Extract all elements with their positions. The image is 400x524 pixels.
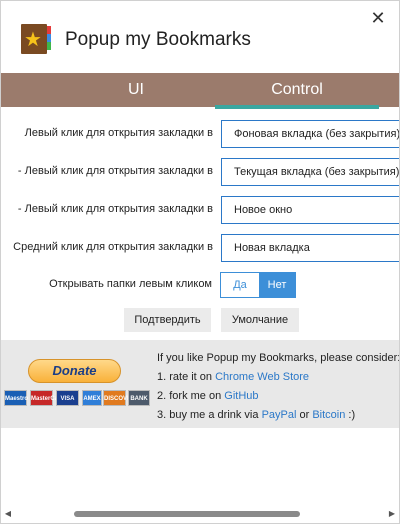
- folder-left-click-toggle: Да Нет: [220, 272, 296, 298]
- scroll-thumb[interactable]: [74, 511, 300, 517]
- toggle-no-option[interactable]: Нет: [259, 273, 295, 297]
- payment-cards: Maestro MasterCard VISA AMEX DISCOVER BA…: [4, 390, 154, 406]
- support-intro: If you like Popup my Bookmarks, please c…: [157, 352, 400, 364]
- chrome-web-store-link[interactable]: Chrome Web Store: [215, 371, 309, 383]
- setting-row-ctrl-left-click: - Левый клик для открытия закладки в Тек…: [1, 158, 399, 186]
- close-icon[interactable]: ✕: [368, 9, 388, 29]
- visa-card-icon: VISA: [56, 390, 79, 406]
- setting-label: - Левый клик для открытия закладки в: [17, 203, 213, 215]
- ctrl-left-click-select[interactable]: Текущая вкладка (без закрытия): [221, 158, 399, 186]
- support-line-1: 1. rate it on Chrome Web Store: [157, 371, 310, 383]
- active-tab-indicator: [215, 105, 379, 109]
- shift-left-click-select[interactable]: Новое окно: [221, 196, 399, 224]
- scroll-right-icon[interactable]: ▶: [387, 509, 397, 519]
- popup-window: ★ Popup my Bookmarks ✕ UI Control Левый …: [0, 0, 400, 524]
- folder-left-click-row: Открывать папки левым кликом Да Нет: [1, 272, 399, 298]
- setting-row-middle-click: Средний клик для открытия закладки в Нов…: [1, 234, 399, 262]
- toggle-yes-option[interactable]: Да: [221, 273, 259, 297]
- setting-row-left-click: Левый клик для открытия закладки в Фонов…: [1, 120, 399, 148]
- header: ★ Popup my Bookmarks ✕: [1, 1, 399, 73]
- bank-icon: BANK: [128, 390, 150, 406]
- setting-label: Средний клик для открытия закладки в: [13, 241, 213, 253]
- app-title: Popup my Bookmarks: [65, 29, 251, 50]
- horizontal-scrollbar[interactable]: ◀ ▶: [1, 506, 399, 523]
- left-click-select[interactable]: Фоновая вкладка (без закрытия): [221, 120, 399, 148]
- discover-card-icon: DISCOVER: [103, 390, 135, 406]
- middle-click-select[interactable]: Новая вкладка: [221, 234, 399, 262]
- support-info: If you like Popup my Bookmarks, please c…: [157, 349, 400, 425]
- paypal-link[interactable]: PayPal: [262, 409, 297, 421]
- default-button[interactable]: Умолчание: [221, 308, 299, 332]
- confirm-button[interactable]: Подтвердить: [124, 308, 211, 332]
- tab-control[interactable]: Control: [215, 73, 379, 107]
- support-line-2: 2. fork me on GitHub: [157, 390, 259, 402]
- support-line-3: 3. buy me a drink via PayPal or Bitcoin …: [157, 409, 356, 421]
- mastercard-icon: MasterCard: [30, 390, 64, 406]
- folder-left-click-label: Открывать папки левым кликом: [49, 278, 212, 290]
- setting-row-shift-left-click: - Левый клик для открытия закладки в Нов…: [1, 196, 399, 224]
- maestro-card-icon: Maestro: [4, 390, 28, 406]
- setting-label: Левый клик для открытия закладки в: [24, 127, 213, 139]
- setting-label: - Левый клик для открытия закладки в: [17, 165, 213, 177]
- bookmark-star-icon: ★: [21, 24, 51, 54]
- github-link[interactable]: GitHub: [224, 390, 258, 402]
- scroll-left-icon[interactable]: ◀: [3, 509, 13, 519]
- bitcoin-link[interactable]: Bitcoin: [312, 409, 345, 421]
- paypal-donate-button[interactable]: Donate: [28, 359, 121, 383]
- donate-panel: Donate Maestro MasterCard VISA AMEX DISC…: [1, 340, 400, 428]
- amex-card-icon: AMEX: [82, 390, 102, 406]
- tab-bar: UI Control: [1, 73, 399, 107]
